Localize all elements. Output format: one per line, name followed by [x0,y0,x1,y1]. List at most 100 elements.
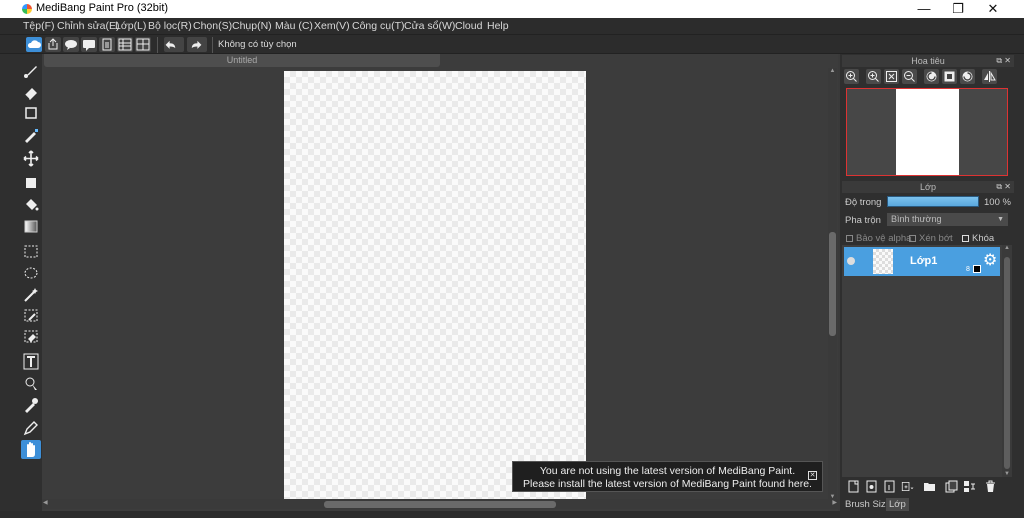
visibility-icon[interactable] [847,257,855,265]
update-notification[interactable]: You are not using the latest version of … [512,461,823,492]
checkbox-icon [846,234,853,242]
move-tool-icon[interactable] [21,149,41,168]
checkbox-icon [962,234,969,242]
select-eraser-tool-icon[interactable] [21,327,41,346]
merge-layer-icon[interactable] [962,479,977,494]
menu-file[interactable]: Tệp(F) [23,20,55,32]
main-toolbar: Không có tùy chọn [0,34,1024,54]
window-title: MediBang Paint Pro (32bit) [36,2,169,14]
menu-capture[interactable]: Chụp(N) [232,20,272,32]
fit-screen-icon[interactable] [884,69,899,84]
flip-icon[interactable] [982,69,997,84]
scroll-left-arrow-icon[interactable]: ◀ [43,499,48,506]
scroll-thumb[interactable] [1004,257,1010,469]
eraser-tool-icon[interactable] [21,83,41,102]
layer-row[interactable]: Lớp1 8 ⚙ [844,247,1000,276]
clipping-checkbox[interactable]: Xén bớt [909,233,953,244]
gradient-tool-icon[interactable] [21,217,41,236]
layers-scrollbar[interactable]: ▲ ▼ [1002,245,1012,477]
zoom-in-icon[interactable] [844,69,859,84]
canvas-document[interactable] [284,71,586,499]
menu-layer[interactable]: Lớp(L) [115,20,146,32]
blend-mode-select[interactable]: Bình thường ▼ [887,213,1008,226]
panel-buttons[interactable]: ⧉ ✕ [996,55,1011,67]
rectangle-tool-icon[interactable] [21,104,41,123]
scroll-right-arrow-icon[interactable]: ▶ [832,499,837,506]
scroll-thumb[interactable] [324,501,556,508]
scroll-thumb[interactable] [829,232,836,336]
duplicate-layer-icon[interactable] [944,479,959,494]
navigator-toolbar [842,68,1014,86]
bucket-tool-icon[interactable] [21,195,41,214]
navigator-preview[interactable] [846,88,1008,176]
select-pen-tool-icon[interactable] [21,306,41,325]
toolbar-separator [157,37,158,53]
protect-alpha-label: Bảo vệ alpha [856,233,912,244]
rotate-right-icon[interactable] [960,69,975,84]
menu-cloud[interactable]: Cloud [455,20,482,32]
menu-edit[interactable]: Chỉnh sửa(E) [57,20,119,32]
reset-view-icon[interactable] [942,69,957,84]
new-1bit-layer-icon[interactable] [882,479,897,494]
eyedropper-tool-icon[interactable] [21,395,41,414]
navigator-page-thumbnail [896,89,959,175]
pen-tool-icon[interactable] [21,418,41,437]
menu-select[interactable]: Chọn(S) [193,20,232,32]
opacity-slider[interactable] [887,196,979,207]
scroll-up-arrow-icon[interactable]: ▲ [1002,245,1012,251]
rotate-left-icon[interactable] [924,69,939,84]
brush-tool-icon[interactable] [21,62,41,81]
notice-line-2[interactable]: Please install the latest version of Med… [513,478,822,491]
opacity-value: 100 % [984,197,1011,208]
cloud-icon[interactable] [26,37,42,52]
new-halftone-layer-icon[interactable] [864,479,879,494]
speech-bubble-icon[interactable] [63,37,79,52]
zoom-out-icon[interactable] [902,69,917,84]
menu-view[interactable]: Xem(V) [314,20,350,32]
text-tool-icon[interactable] [21,352,41,371]
comment-icon[interactable] [81,37,97,52]
canvas-vertical-scrollbar[interactable]: ▲ ▼ [828,68,837,500]
lasso-tool-icon[interactable] [21,264,41,283]
new-layer-icon[interactable] [846,479,861,494]
menu-help[interactable]: Help [487,20,509,32]
canvas-horizontal-scrollbar[interactable]: ◀ ▶ [42,499,838,509]
tab-layers[interactable]: Lớp [886,498,909,511]
magic-wand-tool-icon[interactable] [21,285,41,304]
add-layer-menu-icon[interactable] [900,479,920,494]
minimize-button[interactable]: — [907,0,941,18]
chevron-down-icon: ▼ [997,216,1004,223]
hand-tool-icon[interactable] [21,440,41,459]
redo-icon[interactable] [187,37,207,52]
close-button[interactable]: ✕ [976,0,1010,18]
restore-button[interactable]: ❐ [941,0,975,18]
menu-tools[interactable]: Công cụ(T) [352,20,405,32]
toolbar-separator [212,37,213,53]
grid-icon[interactable] [135,37,151,52]
scroll-up-arrow-icon[interactable]: ▲ [828,68,837,74]
operation-tool-icon[interactable] [21,374,41,393]
lock-checkbox[interactable]: Khóa [962,233,994,244]
folder-icon[interactable] [922,479,937,494]
share-icon[interactable] [45,37,61,52]
protect-alpha-checkbox[interactable]: Bảo vệ alpha [846,233,911,244]
zoom-in-icon[interactable] [866,69,881,84]
page-icon[interactable] [99,37,115,52]
layer-bit-badge: 8 [966,266,970,273]
dot-pen-tool-icon[interactable] [21,126,41,145]
list-icon[interactable] [117,37,133,52]
menu-filter[interactable]: Bộ lọc(R) [148,20,192,32]
medibang-logo-icon [22,4,32,14]
select-tool-icon[interactable] [21,242,41,261]
trash-icon[interactable] [983,479,998,494]
clipping-label: Xén bớt [919,233,953,244]
menu-window[interactable]: Cửa sổ(W) [404,20,455,32]
undo-icon[interactable] [164,37,184,52]
gear-icon[interactable]: ⚙ [983,253,997,269]
panel-buttons[interactable]: ⧉ ✕ [996,181,1011,193]
fill-rect-tool-icon[interactable] [21,174,41,193]
document-tab[interactable]: Untitled [44,54,440,67]
menu-bar: Tệp(F) Chỉnh sửa(E) Lớp(L) Bộ lọc(R) Chọ… [0,18,1024,34]
notice-close-icon[interactable]: ✕ [808,471,817,480]
menu-color[interactable]: Màu (C) [275,20,313,32]
